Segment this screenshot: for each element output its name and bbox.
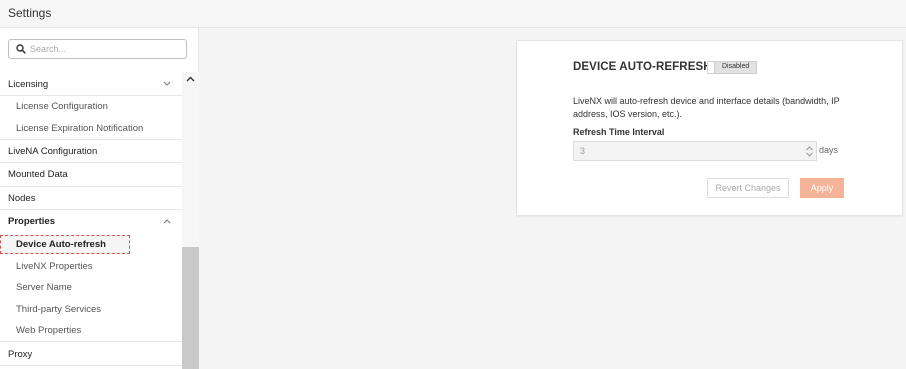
chevron-down-icon — [163, 81, 171, 86]
spinner-icon[interactable] — [805, 145, 814, 158]
nav-item-device-auto-refresh[interactable]: Device Auto-refresh — [0, 235, 130, 254]
nav-item-proxy[interactable]: Proxy — [0, 342, 182, 366]
nav-label: Licensing — [8, 79, 49, 90]
sidebar: Licensing License Configuration License … — [0, 28, 199, 369]
nav-label: License Expiration Notification — [16, 123, 144, 134]
app-title: Settings — [8, 6, 52, 20]
nav-label: Proxy — [8, 349, 33, 360]
interval-unit: days — [819, 145, 839, 155]
refresh-interval-value: 3 — [580, 146, 586, 156]
nav-label: LiveNA Configuration — [8, 146, 98, 157]
toggle-state-label: Disabled — [722, 63, 750, 70]
toggle-knob — [708, 62, 715, 73]
card-description: LiveNX will auto-refresh device and inte… — [573, 96, 840, 119]
settings-nav: Licensing License Configuration License … — [0, 72, 182, 369]
search-box[interactable] — [8, 39, 187, 59]
device-auto-refresh-card: DEVICE AUTO-REFRESH Disabled LiveNX will… — [516, 40, 903, 216]
nav-label: Mounted Data — [8, 169, 68, 180]
nav-label: Server Name — [16, 282, 72, 293]
apply-button[interactable]: Apply — [800, 178, 844, 198]
nav-item-livenx-properties[interactable]: LiveNX Properties — [0, 256, 182, 277]
search-input[interactable] — [30, 42, 180, 56]
nav-item-server-name[interactable]: Server Name — [0, 277, 182, 299]
nav-label: Device Auto-refresh — [16, 239, 106, 250]
nav-item-livena-configuration[interactable]: LiveNA Configuration — [0, 140, 182, 163]
revert-changes-button[interactable]: Revert Changes — [707, 178, 789, 198]
nav-item-properties[interactable]: Properties — [0, 210, 182, 233]
nav-label: Third-party Services — [16, 304, 101, 315]
chevron-up-icon — [163, 219, 171, 224]
sidebar-scrollbar[interactable] — [182, 72, 199, 369]
app-header: Settings — [0, 0, 906, 28]
card-title: DEVICE AUTO-REFRESH — [573, 61, 712, 73]
scroll-up-icon[interactable] — [186, 76, 195, 82]
nav-item-nodes[interactable]: Nodes — [0, 187, 182, 210]
nav-label: Properties — [8, 216, 55, 227]
nav-label: LiveNX Properties — [16, 261, 93, 272]
nav-item-mounted-data[interactable]: Mounted Data — [0, 163, 182, 187]
scroll-thumb[interactable] — [182, 247, 199, 369]
nav-item-licensing[interactable]: Licensing — [0, 72, 182, 96]
nav-item-web-properties[interactable]: Web Properties — [0, 320, 182, 342]
nav-label: Nodes — [8, 193, 36, 204]
search-icon — [16, 44, 26, 54]
nav-item-license-configuration[interactable]: License Configuration — [0, 96, 182, 118]
auto-refresh-toggle[interactable]: Disabled — [707, 61, 757, 74]
refresh-interval-input[interactable]: 3 — [573, 141, 817, 161]
nav-item-third-party-services[interactable]: Third-party Services — [0, 299, 182, 320]
nav-item-license-expiration[interactable]: License Expiration Notification — [0, 118, 182, 140]
nav-label: Web Properties — [16, 325, 82, 336]
refresh-interval-label: Refresh Time Interval — [573, 127, 665, 137]
nav-label: License Configuration — [16, 101, 108, 112]
